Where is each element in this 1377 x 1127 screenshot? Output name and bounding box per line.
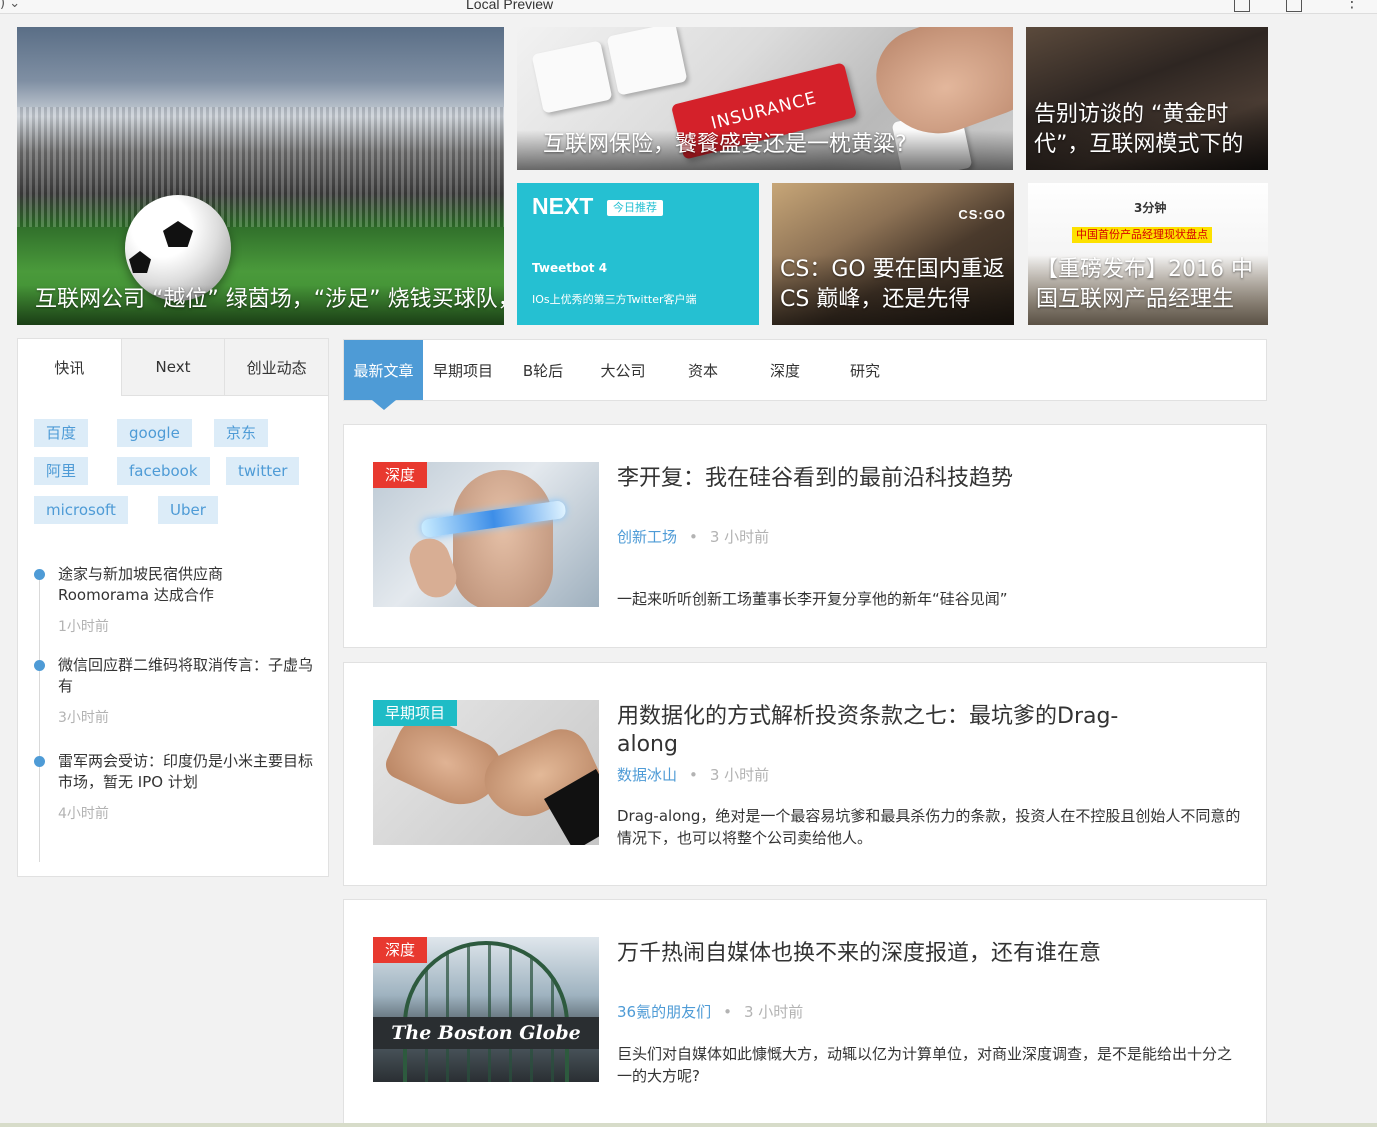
hero-soccer-tile[interactable]: 互联网公司 “越位” 绿茵场，“涉足” 烧钱买球队，	[17, 27, 504, 325]
reader-icon[interactable]	[1234, 0, 1250, 12]
tag-twitter[interactable]: twitter	[226, 457, 300, 485]
pm-banner: 中国首份产品经理现状盘点	[1072, 227, 1212, 243]
tab-early-projects[interactable]: 早期项目	[423, 340, 503, 400]
category-ribbon: 深度	[373, 937, 428, 963]
hero-insurance-tile[interactable]: INSURANCE 互联网保险，饕餮盛宴还是一枕黄粱?	[517, 27, 1013, 170]
hero-pm-tile[interactable]: 3分钟 中国首份产品经理现状盘点 【重磅发布】2016 中国互联网产品经理生	[1028, 183, 1268, 325]
sidebar: 快讯 Next 创业动态 百度 google 京东 阿里 facebook tw…	[17, 338, 329, 877]
brand-logo: 3分钟	[1134, 201, 1167, 215]
tab-in-depth[interactable]: 深度	[745, 340, 825, 400]
chevron-down-icon[interactable]: ) ⌄	[0, 0, 20, 11]
article-card[interactable]: The Boston Globe 深度 万千热闹自媒体也换不来的深度报道，还有谁…	[343, 899, 1267, 1127]
sidebar-tabs: 快讯 Next 创业动态	[18, 339, 329, 396]
article-time: 3 小时前	[743, 1003, 804, 1021]
article-meta: 数据冰山 • 3 小时前	[617, 766, 770, 784]
news-title[interactable]: 雷军两会受访：印度仍是小米主要目标市场，暂无 IPO 计划	[58, 751, 314, 793]
hero-csgo-tile[interactable]: CS:GO CS：GO 要在国内重返 CS 巅峰，还是先得	[772, 183, 1014, 325]
hero-caption: 告别访谈的 “黄金时代”，互联网模式下的	[1026, 100, 1268, 170]
tab-startup-news[interactable]: 创业动态	[224, 339, 329, 396]
news-title[interactable]: 微信回应群二维码将取消传言：子虚乌有	[58, 655, 314, 697]
tab-research[interactable]: 研究	[825, 340, 905, 400]
tag-alibaba[interactable]: 阿里	[34, 457, 89, 485]
tag-facebook[interactable]: facebook	[117, 457, 210, 485]
article-summary: Drag-along，绝对是一个最容易坑爹和最具杀伤力的条款，投资人在不控股且创…	[617, 807, 1241, 847]
news-time: 3小时前	[58, 710, 109, 726]
article-source[interactable]: 36氪的朋友们	[617, 1003, 711, 1021]
article-time: 3 小时前	[709, 766, 770, 784]
hero-interview-tile[interactable]: 告别访谈的 “黄金时代”，互联网模式下的	[1026, 27, 1268, 170]
article-meta: 36氪的朋友们 • 3 小时前	[617, 1003, 804, 1021]
hero-caption: CS：GO 要在国内重返 CS 巅峰，还是先得	[772, 255, 1014, 325]
tab-latest-articles[interactable]: 最新文章	[344, 340, 423, 410]
tag-microsoft[interactable]: microsoft	[34, 496, 128, 524]
window-title: Local Preview	[466, 0, 554, 12]
hero-caption: 互联网保险，饕餮盛宴还是一枕黄粱?	[517, 130, 1013, 170]
tab-flash-news[interactable]: 快讯	[18, 339, 121, 396]
article-title[interactable]: 用数据化的方式解析投资条款之七：最坑爹的Drag-along	[617, 703, 1137, 759]
app-name: Tweetbot 4	[532, 261, 608, 275]
article-summary: 巨头们对自媒体如此慷慨大方，动辄以亿为计算单位，对商业深度调查，是不是能给出十分…	[617, 1045, 1233, 1085]
csgo-logo: CS:GO	[958, 207, 1006, 222]
article-title[interactable]: 万千热闹自媒体也换不来的深度报道，还有谁在意	[617, 940, 1237, 968]
article-card[interactable]: 早期项目 用数据化的方式解析投资条款之七：最坑爹的Drag-along 数据冰山…	[343, 662, 1267, 886]
page-bottom-bar	[0, 1123, 1377, 1127]
news-time: 4小时前	[58, 806, 109, 822]
news-title[interactable]: 途家与新加坡民宿供应商 Roomorama 达成合作	[58, 564, 314, 606]
hero-caption: 【重磅发布】2016 中国互联网产品经理生	[1028, 255, 1268, 325]
tab-big-companies[interactable]: 大公司	[583, 340, 663, 400]
tab-next[interactable]: Next	[120, 339, 225, 396]
hero-next-tile[interactable]: NEXT 今日推荐 Tweetbot 4 IOs上优秀的第三方Twitter客户…	[517, 183, 759, 325]
thumbnail-sign: The Boston Globe	[373, 1017, 599, 1049]
more-options-icon[interactable]: ⋮	[1344, 0, 1360, 10]
browser-chrome: ) ⌄ Local Preview ⋮	[0, 0, 1377, 14]
recommend-badge: 今日推荐	[607, 200, 663, 216]
tab-series-b-plus[interactable]: B轮后	[503, 340, 583, 400]
stadium-image	[17, 107, 504, 227]
article-source[interactable]: 创新工场	[617, 528, 677, 546]
article-summary: 一起来听听创新工场董事长李开复分享他的新年“硅谷见闻”	[617, 590, 1008, 608]
keyboard-key-image	[606, 27, 688, 96]
article-meta: 创新工场 • 3 小时前	[617, 528, 770, 546]
category-ribbon: 早期项目	[373, 700, 458, 726]
tag-baidu[interactable]: 百度	[34, 419, 89, 447]
article-time: 3 小时前	[709, 528, 770, 546]
hero-caption: 互联网公司 “越位” 绿茵场，“涉足” 烧钱买球队，	[17, 285, 504, 325]
tag-jd[interactable]: 京东	[214, 419, 269, 447]
timeline-dot	[34, 660, 45, 671]
tag-google[interactable]: google	[117, 419, 192, 447]
tab-capital[interactable]: 资本	[663, 340, 743, 400]
article-title[interactable]: 李开复：我在硅谷看到的最前沿科技趋势	[617, 465, 1237, 493]
category-ribbon: 深度	[373, 462, 428, 488]
tag-uber[interactable]: Uber	[158, 496, 218, 524]
next-brand: NEXT	[532, 193, 594, 219]
article-source[interactable]: 数据冰山	[617, 766, 677, 784]
timeline-dot	[34, 756, 45, 767]
news-time: 1小时前	[58, 619, 109, 635]
extension-icon[interactable]	[1286, 0, 1302, 12]
timeline-line	[39, 572, 40, 862]
app-description: IOs上优秀的第三方Twitter客户端	[532, 293, 697, 306]
keyboard-key-image	[531, 40, 613, 114]
article-card[interactable]: 深度 李开复：我在硅谷看到的最前沿科技趋势 创新工场 • 3 小时前 一起来听听创新…	[343, 424, 1267, 648]
category-nav: 最新文章 早期项目 B轮后 大公司 资本 深度 研究	[343, 339, 1267, 410]
timeline-dot	[34, 569, 45, 580]
